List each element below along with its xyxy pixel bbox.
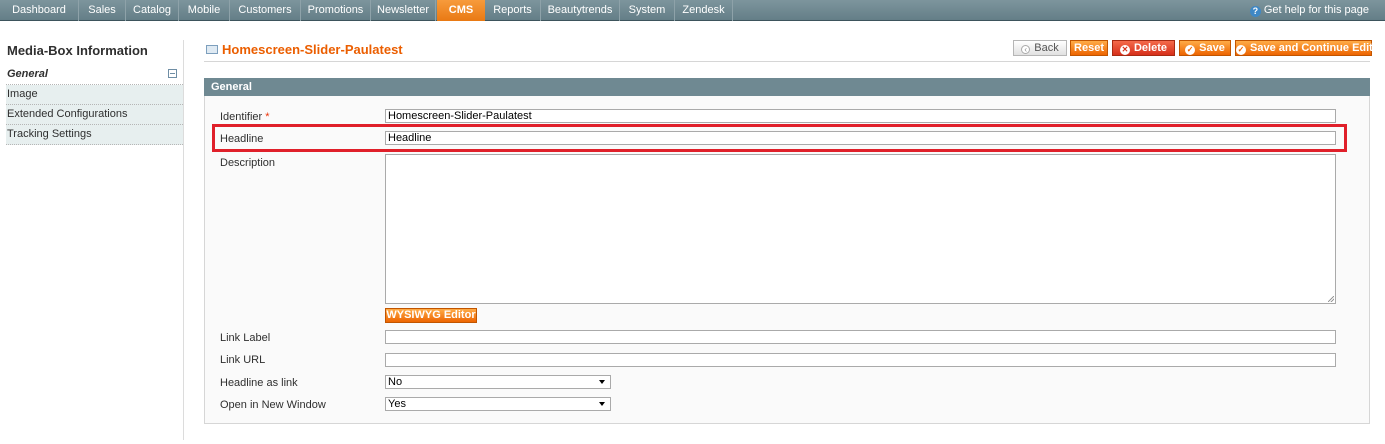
nav-cms[interactable]: CMS: [437, 0, 485, 21]
headline-as-link-select[interactable]: No: [385, 375, 611, 389]
nav-system[interactable]: System: [620, 0, 675, 21]
link-label-label: Link Label: [220, 332, 271, 344]
link-url-input[interactable]: [385, 353, 1336, 367]
open-new-window-label: Open in New Window: [220, 399, 326, 411]
sidebar-tab-label: Image: [7, 88, 38, 100]
save-continue-button[interactable]: ✓ Save and Continue Edit: [1235, 40, 1373, 56]
sidebar-tab-extended-configurations[interactable]: Extended Configurations: [6, 105, 183, 125]
delete-button[interactable]: ✕ Delete: [1112, 40, 1175, 56]
page-icon: [206, 45, 218, 54]
link-label-input[interactable]: [385, 330, 1336, 344]
reset-label: Reset: [1074, 42, 1104, 54]
sidebar-divider: [183, 40, 184, 440]
nav-zendesk[interactable]: Zendesk: [675, 0, 733, 21]
back-label: Back: [1034, 42, 1059, 54]
sidebar-tab-label: Extended Configurations: [7, 108, 128, 120]
reset-button[interactable]: Reset: [1070, 40, 1108, 56]
help-link[interactable]: ? Get help for this page: [1249, 0, 1369, 21]
back-button[interactable]: ‹ Back: [1013, 40, 1067, 56]
title-divider: [204, 61, 1370, 62]
nav-sales[interactable]: Sales: [79, 0, 126, 21]
nav-reports[interactable]: Reports: [485, 0, 541, 21]
save-label: Save: [1199, 42, 1225, 54]
resize-grip-icon[interactable]: [1328, 296, 1334, 302]
nav-mobile[interactable]: Mobile: [179, 0, 230, 21]
headline-highlight-box: [212, 124, 1347, 152]
headline-as-link-value: No: [388, 376, 403, 388]
identifier-label-text: Identifier: [220, 111, 263, 123]
check-icon: ✓: [1185, 45, 1196, 55]
open-new-window-value: Yes: [388, 398, 406, 410]
sidebar-tab-general[interactable]: General: [6, 65, 183, 85]
page-title: Homescreen-Slider-Paulatest: [222, 42, 403, 57]
fieldset-header: General: [204, 78, 1370, 96]
top-navigation: Dashboard Sales Catalog Mobile Customers…: [0, 0, 1385, 21]
wysiwyg-editor-button[interactable]: WYSIWYG Editor: [385, 308, 477, 323]
description-textarea[interactable]: [385, 154, 1336, 304]
open-new-window-select[interactable]: Yes: [385, 397, 611, 411]
delete-label: Delete: [1133, 42, 1168, 54]
sidebar-tabs: General Image Extended Configurations Tr…: [6, 65, 183, 145]
description-label: Description: [220, 157, 276, 169]
link-url-label: Link URL: [220, 354, 266, 366]
dropdown-arrow-icon: [599, 380, 605, 384]
save-button[interactable]: ✓ Save: [1179, 40, 1231, 56]
sidebar-tab-label: General: [7, 68, 48, 80]
sidebar-tab-label: Tracking Settings: [7, 128, 92, 140]
help-text: Get help for this page: [1263, 4, 1369, 16]
headline-as-link-label: Headline as link: [220, 377, 298, 389]
sidebar-tab-image[interactable]: Image: [6, 85, 183, 105]
nav-promotions[interactable]: Promotions: [301, 0, 371, 21]
collapse-icon[interactable]: [168, 69, 177, 78]
delete-icon: ✕: [1119, 45, 1130, 55]
save-continue-label: Save and Continue Edit: [1250, 42, 1373, 54]
back-icon: ‹: [1021, 45, 1031, 54]
sidebar-title: Media-Box Information: [7, 43, 148, 58]
help-icon: ?: [1249, 6, 1261, 17]
nav-customers[interactable]: Customers: [230, 0, 301, 21]
nav-catalog[interactable]: Catalog: [126, 0, 179, 21]
sidebar-tab-tracking-settings[interactable]: Tracking Settings: [6, 125, 183, 145]
dropdown-arrow-icon: [599, 402, 605, 406]
nav-newsletter[interactable]: Newsletter: [371, 0, 436, 21]
nav-beautytrends[interactable]: Beautytrends: [541, 0, 620, 21]
identifier-label: Identifier *: [220, 111, 270, 123]
required-mark: *: [265, 111, 270, 123]
nav-dashboard[interactable]: Dashboard: [0, 0, 79, 21]
identifier-input[interactable]: Homescreen-Slider-Paulatest: [385, 109, 1336, 123]
check-icon: ✓: [1236, 45, 1246, 55]
